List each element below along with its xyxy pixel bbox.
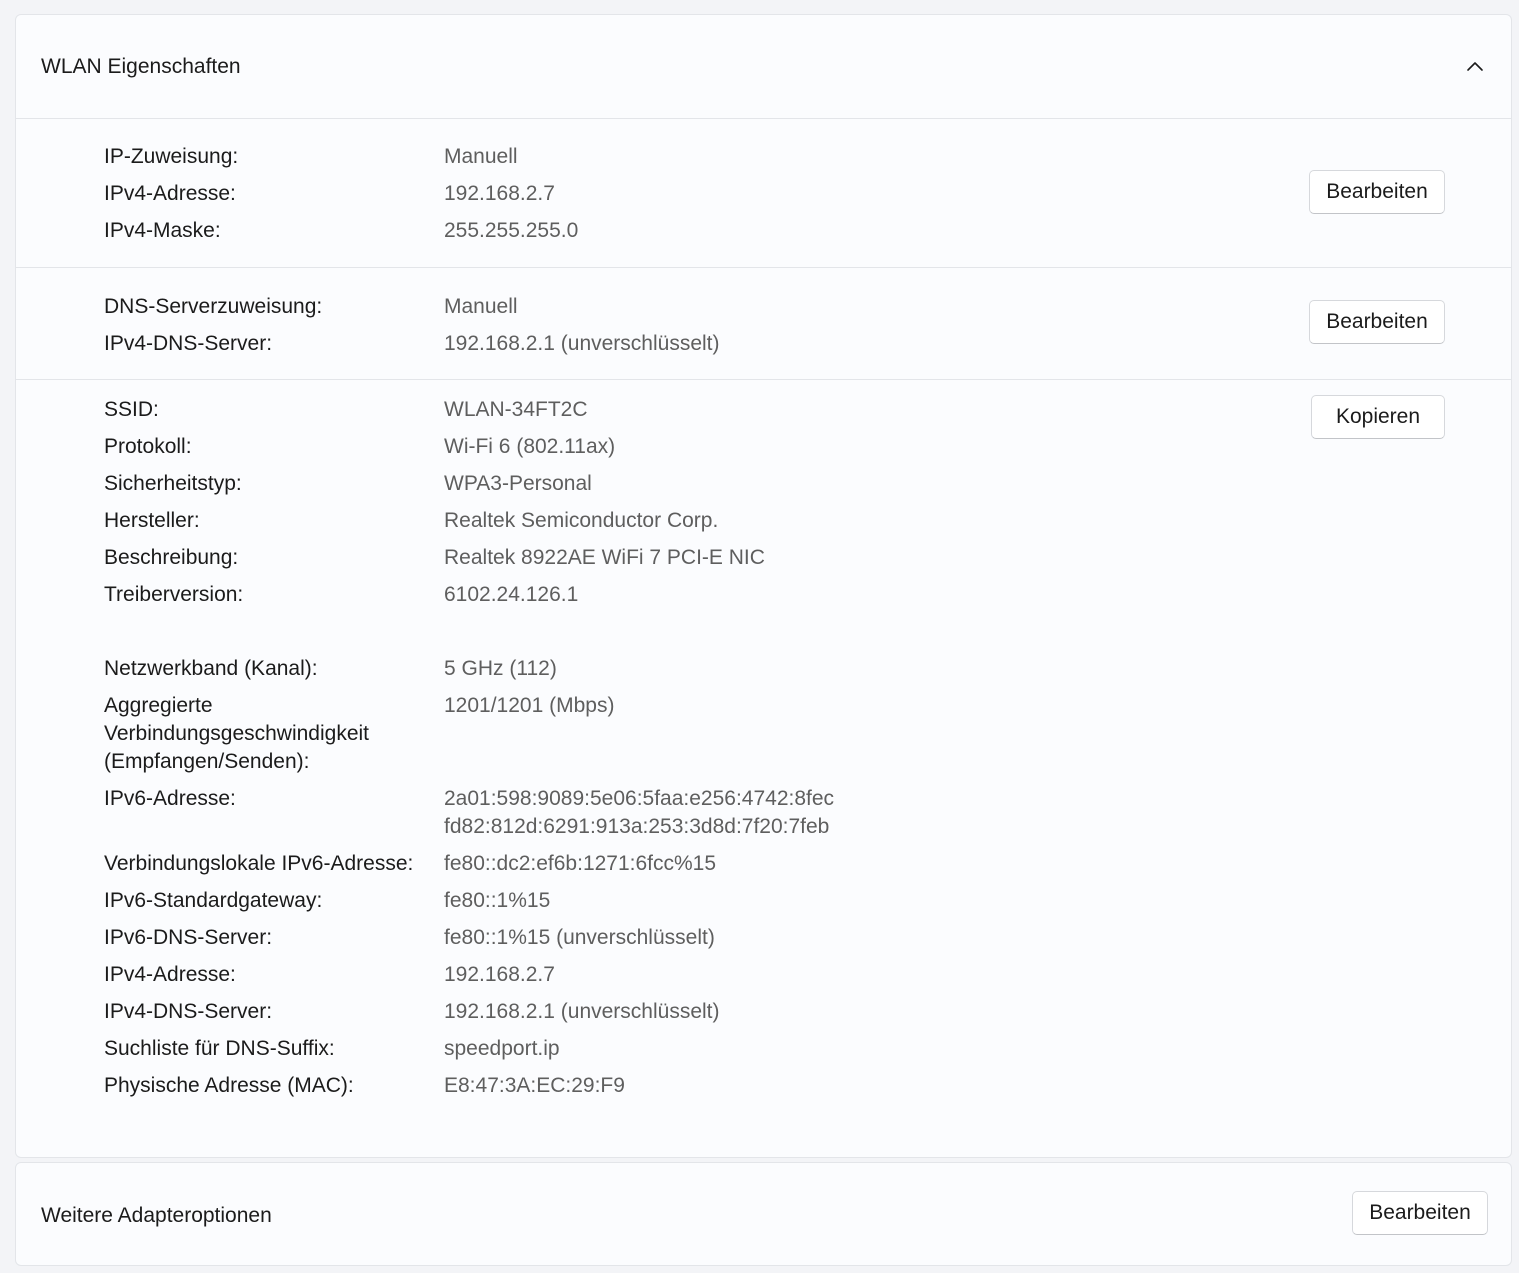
property-label: Verbindungsgeschwindigkeit: [104, 722, 370, 745]
wlan-properties-title: WLAN Eigenschaften: [41, 55, 241, 78]
property-label: IPv4-DNS-Server:: [104, 1000, 273, 1023]
property-label: IPv4-Maske:: [104, 219, 221, 242]
property-value: 6102.24.126.1: [444, 583, 579, 606]
property-label: (Empfangen/Senden):: [104, 750, 310, 773]
property-label: Protokoll:: [104, 435, 192, 458]
property-value: Realtek 8922AE WiFi 7 PCI-E NIC: [444, 546, 765, 569]
property-label: Treiberversion:: [104, 583, 244, 606]
property-value: Realtek Semiconductor Corp.: [444, 509, 719, 532]
property-value: WPA3-Personal: [444, 472, 592, 495]
property-label: SSID:: [104, 398, 159, 421]
property-value: fe80::1%15: [444, 889, 551, 912]
property-label: IPv4-Adresse:: [104, 963, 236, 986]
edit-ip-button[interactable]: Bearbeiten: [1309, 170, 1445, 214]
property-label: IPv6-Adresse:: [104, 787, 236, 810]
property-value: 192.168.2.1 (unverschlüsselt): [444, 332, 720, 355]
property-value: fd82:812d:6291:913a:253:3d8d:7f20:7feb: [444, 815, 830, 838]
property-value: 192.168.2.7: [444, 963, 555, 986]
property-value: 2a01:598:9089:5e06:5faa:e256:4742:8fec: [444, 787, 835, 810]
property-label: IP-Zuweisung:: [104, 145, 239, 168]
property-value: 192.168.2.1 (unverschlüsselt): [444, 1000, 720, 1023]
property-label: Hersteller:: [104, 509, 200, 532]
edit-dns-button[interactable]: Bearbeiten: [1309, 300, 1445, 344]
property-label: IPv6-Standardgateway:: [104, 889, 323, 912]
property-label: Physische Adresse (MAC):: [104, 1074, 354, 1097]
property-label: Beschreibung:: [104, 546, 239, 569]
wlan-properties-card: WLAN Eigenschaften IP-Zuweisung: Manuell…: [15, 14, 1512, 1158]
property-label: Verbindungslokale IPv6-Adresse:: [104, 852, 414, 875]
dns-settings-section: DNS-Serverzuweisung: Manuell IPv4-DNS-Se…: [16, 268, 1511, 380]
chevron-up-icon[interactable]: [1463, 55, 1487, 79]
property-label: Netzwerkband (Kanal):: [104, 657, 318, 680]
property-value: 192.168.2.7: [444, 182, 555, 205]
property-label: Aggregierte: [104, 694, 213, 717]
property-label: IPv4-DNS-Server:: [104, 332, 273, 355]
property-value: fe80::1%15 (unverschlüsselt): [444, 926, 715, 949]
property-value: E8:47:3A:EC:29:F9: [444, 1074, 625, 1097]
adapter-options-title: Weitere Adapteroptionen: [41, 1204, 272, 1227]
property-value: Manuell: [444, 295, 518, 318]
property-value: Manuell: [444, 145, 518, 168]
property-value: fe80::dc2:ef6b:1271:6fcc%15: [444, 852, 717, 875]
property-value: 5 GHz (112): [444, 657, 557, 680]
property-label: Sicherheitstyp:: [104, 472, 242, 495]
property-label: Suchliste für DNS-Suffix:: [104, 1037, 335, 1060]
adapter-options-card: Weitere Adapteroptionen Bearbeiten: [15, 1162, 1512, 1266]
property-value: speedport.ip: [444, 1037, 560, 1060]
property-value: Wi-Fi 6 (802.11ax): [444, 435, 616, 458]
property-label: DNS-Serverzuweisung:: [104, 295, 323, 318]
wlan-properties-header[interactable]: WLAN Eigenschaften: [16, 15, 1511, 119]
ip-settings-section: IP-Zuweisung: Manuell IPv4-Adresse: 192.…: [16, 119, 1511, 268]
property-label: IPv6-DNS-Server:: [104, 926, 273, 949]
property-value: 255.255.255.0: [444, 219, 579, 242]
copy-button[interactable]: Kopieren: [1311, 395, 1445, 439]
property-value: 1201/1201 (Mbps): [444, 694, 615, 717]
property-value: WLAN-34FT2C: [444, 398, 588, 421]
edit-adapter-options-button[interactable]: Bearbeiten: [1352, 1191, 1488, 1235]
property-label: IPv4-Adresse:: [104, 182, 236, 205]
